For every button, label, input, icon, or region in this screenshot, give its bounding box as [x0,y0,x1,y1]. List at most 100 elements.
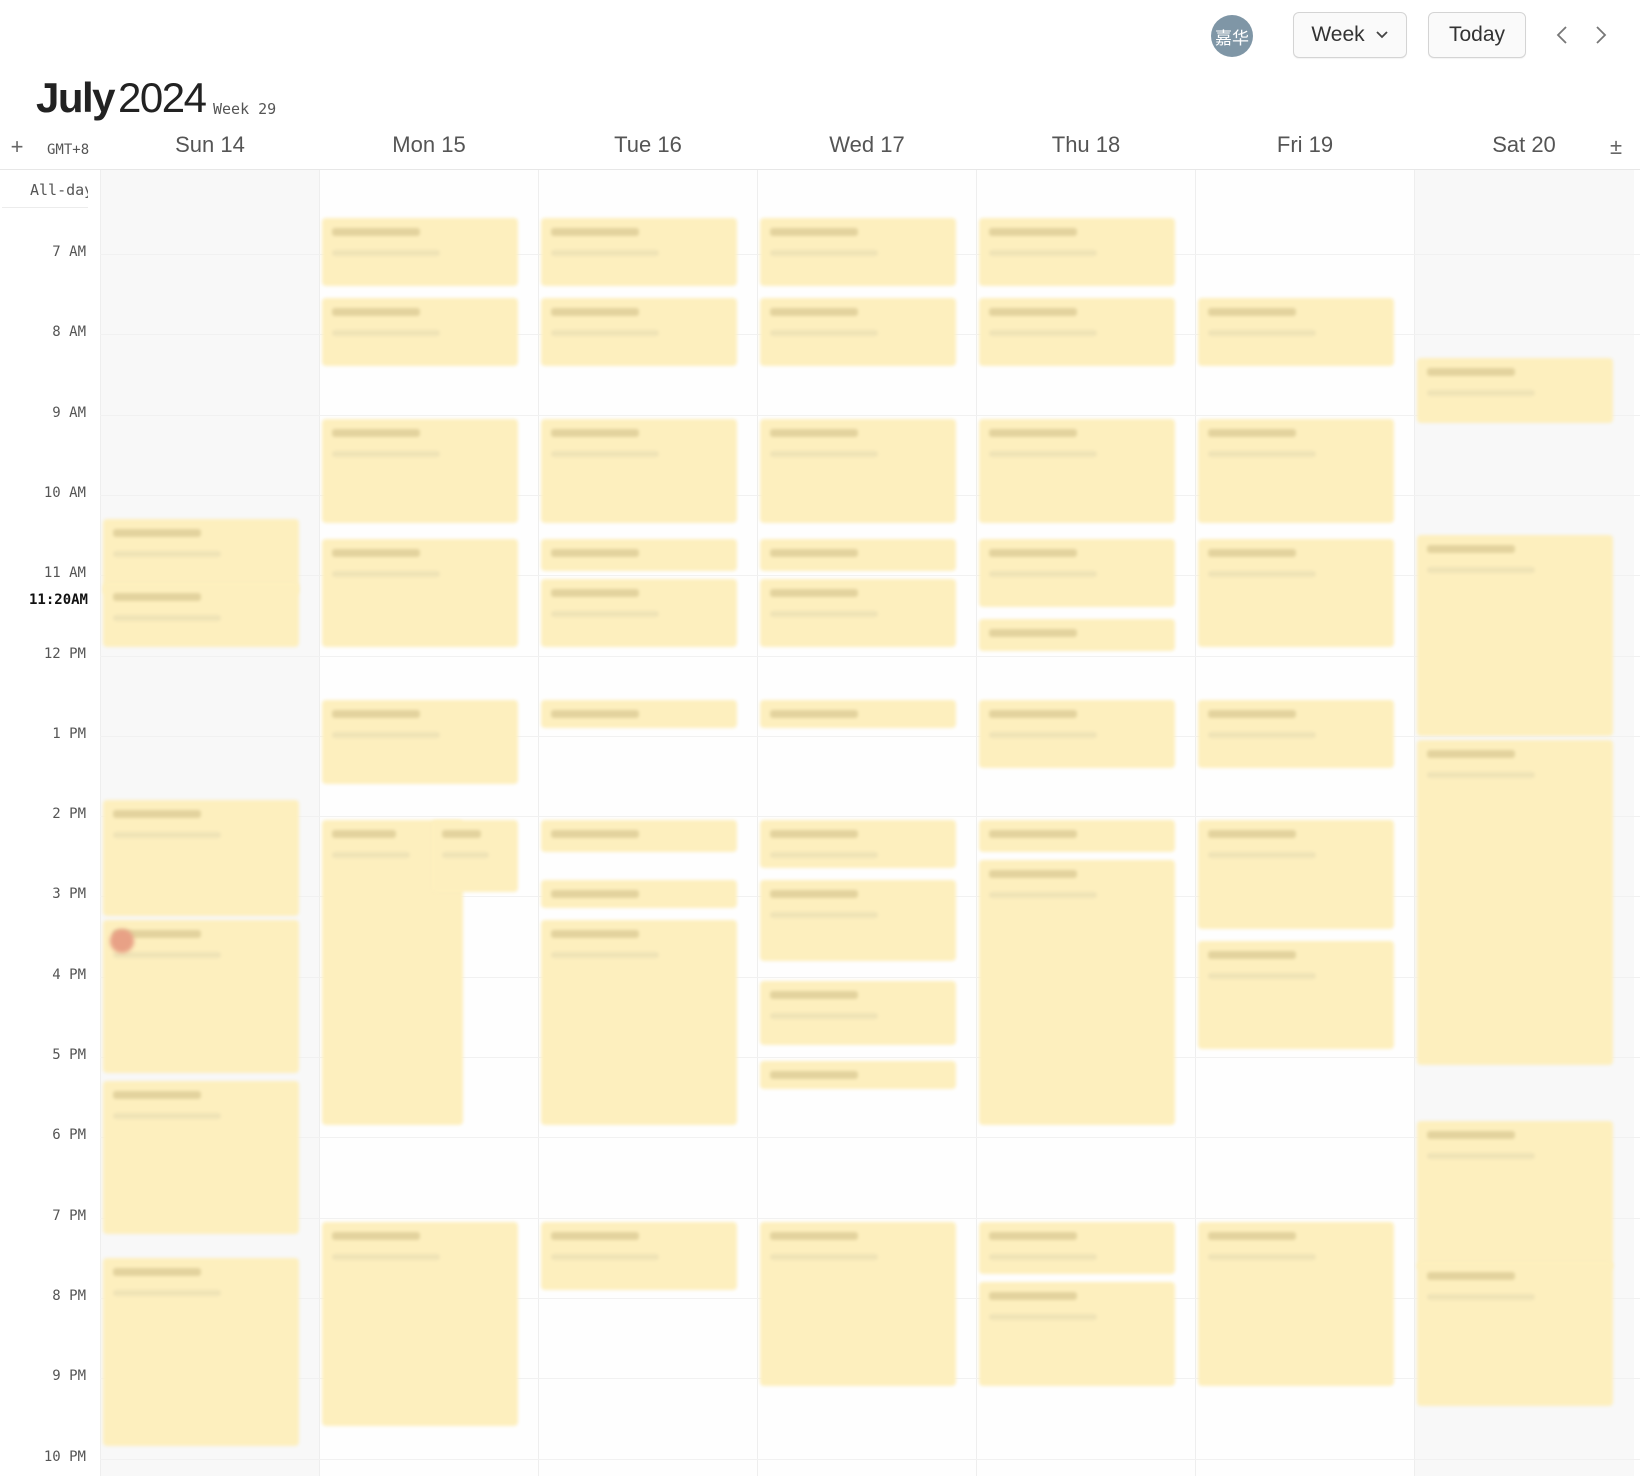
calendar-event[interactable] [541,539,737,572]
calendar-event[interactable] [979,619,1175,652]
view-selector-button[interactable]: Week [1293,12,1407,58]
calendar-event[interactable] [760,418,956,523]
zoom-toggle-button[interactable]: ± [1610,134,1622,160]
day-header[interactable]: Sun 14 [100,132,320,158]
calendar-event[interactable] [1417,535,1613,736]
previous-week-button[interactable] [1547,18,1577,52]
calendar-event[interactable] [979,217,1175,287]
calendar-event[interactable] [979,1221,1175,1274]
event-title-placeholder [551,589,640,598]
calendar-event[interactable] [760,980,956,1045]
next-week-button[interactable] [1586,18,1616,52]
calendar-event[interactable] [1417,1261,1613,1407]
calendar-event[interactable] [979,860,1175,1126]
calendar-event[interactable] [541,298,737,367]
calendar-event[interactable] [322,217,518,287]
hour-label: 1 PM [52,725,86,742]
calendar-event[interactable] [322,699,518,784]
event-detail-placeholder [770,330,878,337]
calendar-event[interactable] [760,217,956,287]
calendar-event[interactable] [431,820,518,893]
calendar-event[interactable] [103,1257,299,1447]
calendar-event[interactable] [541,880,737,909]
calendar-event[interactable] [541,1221,737,1290]
calendar-event[interactable] [1417,1121,1613,1270]
calendar-event[interactable] [1198,1221,1394,1387]
event-detail-placeholder [332,571,440,578]
hour-line [100,1137,1640,1139]
calendar-event[interactable] [1417,358,1613,423]
calendar-event[interactable] [760,699,956,728]
event-detail-placeholder [551,330,659,337]
calendar-event[interactable] [541,820,737,853]
event-title-placeholder [989,870,1078,879]
event-detail-placeholder [1208,330,1316,337]
calendar-event[interactable] [322,539,518,648]
hour-label: 9 AM [52,404,86,421]
calendar-event[interactable] [103,583,299,648]
calendar-event[interactable] [979,820,1175,853]
calendar-event[interactable] [1198,418,1394,523]
calendar-event[interactable] [1417,739,1613,1066]
calendar-event[interactable] [541,579,737,648]
day-header[interactable]: Fri 19 [1195,132,1415,158]
calendar-event[interactable] [979,1281,1175,1387]
week-grid[interactable]: 7 AM 8 AM 9 AM 10 AM 11 AM 12 PM 1 PM 2 PM 3 PM 4… [0,170,1640,1476]
calendar-event[interactable] [760,579,956,648]
calendar-event[interactable] [322,298,518,367]
event-title-placeholder [770,589,859,598]
chevron-left-icon [1556,26,1567,44]
calendar-event[interactable] [760,539,956,572]
title-month: July [36,74,116,121]
calendar-event[interactable] [1198,820,1394,929]
today-button[interactable]: Today [1428,12,1526,58]
calendar-event[interactable] [1198,699,1394,768]
event-detail-placeholder [332,249,440,256]
chevron-right-icon [1596,26,1607,44]
calendar-event[interactable] [103,1081,299,1234]
calendar-event[interactable] [1198,940,1394,1049]
calendar-event[interactable] [760,298,956,367]
day-header[interactable]: Sat 20 [1414,132,1634,158]
calendar-event[interactable] [979,298,1175,367]
user-avatar[interactable]: 嘉华 [1211,15,1253,57]
event-detail-placeholder [1208,852,1316,859]
calendar-event[interactable] [760,880,956,961]
calendar-event[interactable] [760,820,956,869]
event-title-placeholder [989,709,1078,718]
calendar-event[interactable] [541,920,737,1126]
calendar-event[interactable] [1198,539,1394,648]
event-title-placeholder [1208,308,1297,317]
timezone-label: GMT+8 [47,142,90,158]
day-header[interactable]: Thu 18 [976,132,1196,158]
event-detail-placeholder [551,450,659,457]
hour-line [100,1217,1640,1219]
page-title: July2024 [36,74,207,122]
calendar-event[interactable] [979,418,1175,523]
day-header[interactable]: Tue 16 [538,132,758,158]
event-detail-placeholder [770,450,878,457]
calendar-event[interactable] [322,418,518,523]
calendar-event[interactable] [322,1221,518,1427]
add-event-button[interactable]: + [8,136,26,160]
calendar-event[interactable] [760,1221,956,1387]
calendar-event[interactable] [979,539,1175,608]
week-number: Week 29 [213,100,277,118]
calendar-event[interactable] [103,800,299,917]
event-detail-placeholder [551,249,659,256]
event-title-placeholder [1208,549,1297,558]
calendar-event[interactable] [541,699,737,728]
event-title-placeholder [551,1231,640,1240]
calendar-event[interactable] [760,1061,956,1090]
hour-line [100,414,1640,416]
calendar-event[interactable] [979,699,1175,768]
calendar-event[interactable] [541,217,737,287]
day-header[interactable]: Mon 15 [319,132,539,158]
event-title-placeholder [770,890,859,899]
hour-label: 10 AM [43,484,86,501]
day-header[interactable]: Wed 17 [757,132,977,158]
event-detail-placeholder [1208,972,1316,979]
calendar-event[interactable] [1198,298,1394,367]
event-title-placeholder [1427,368,1516,377]
calendar-event[interactable] [541,418,737,523]
